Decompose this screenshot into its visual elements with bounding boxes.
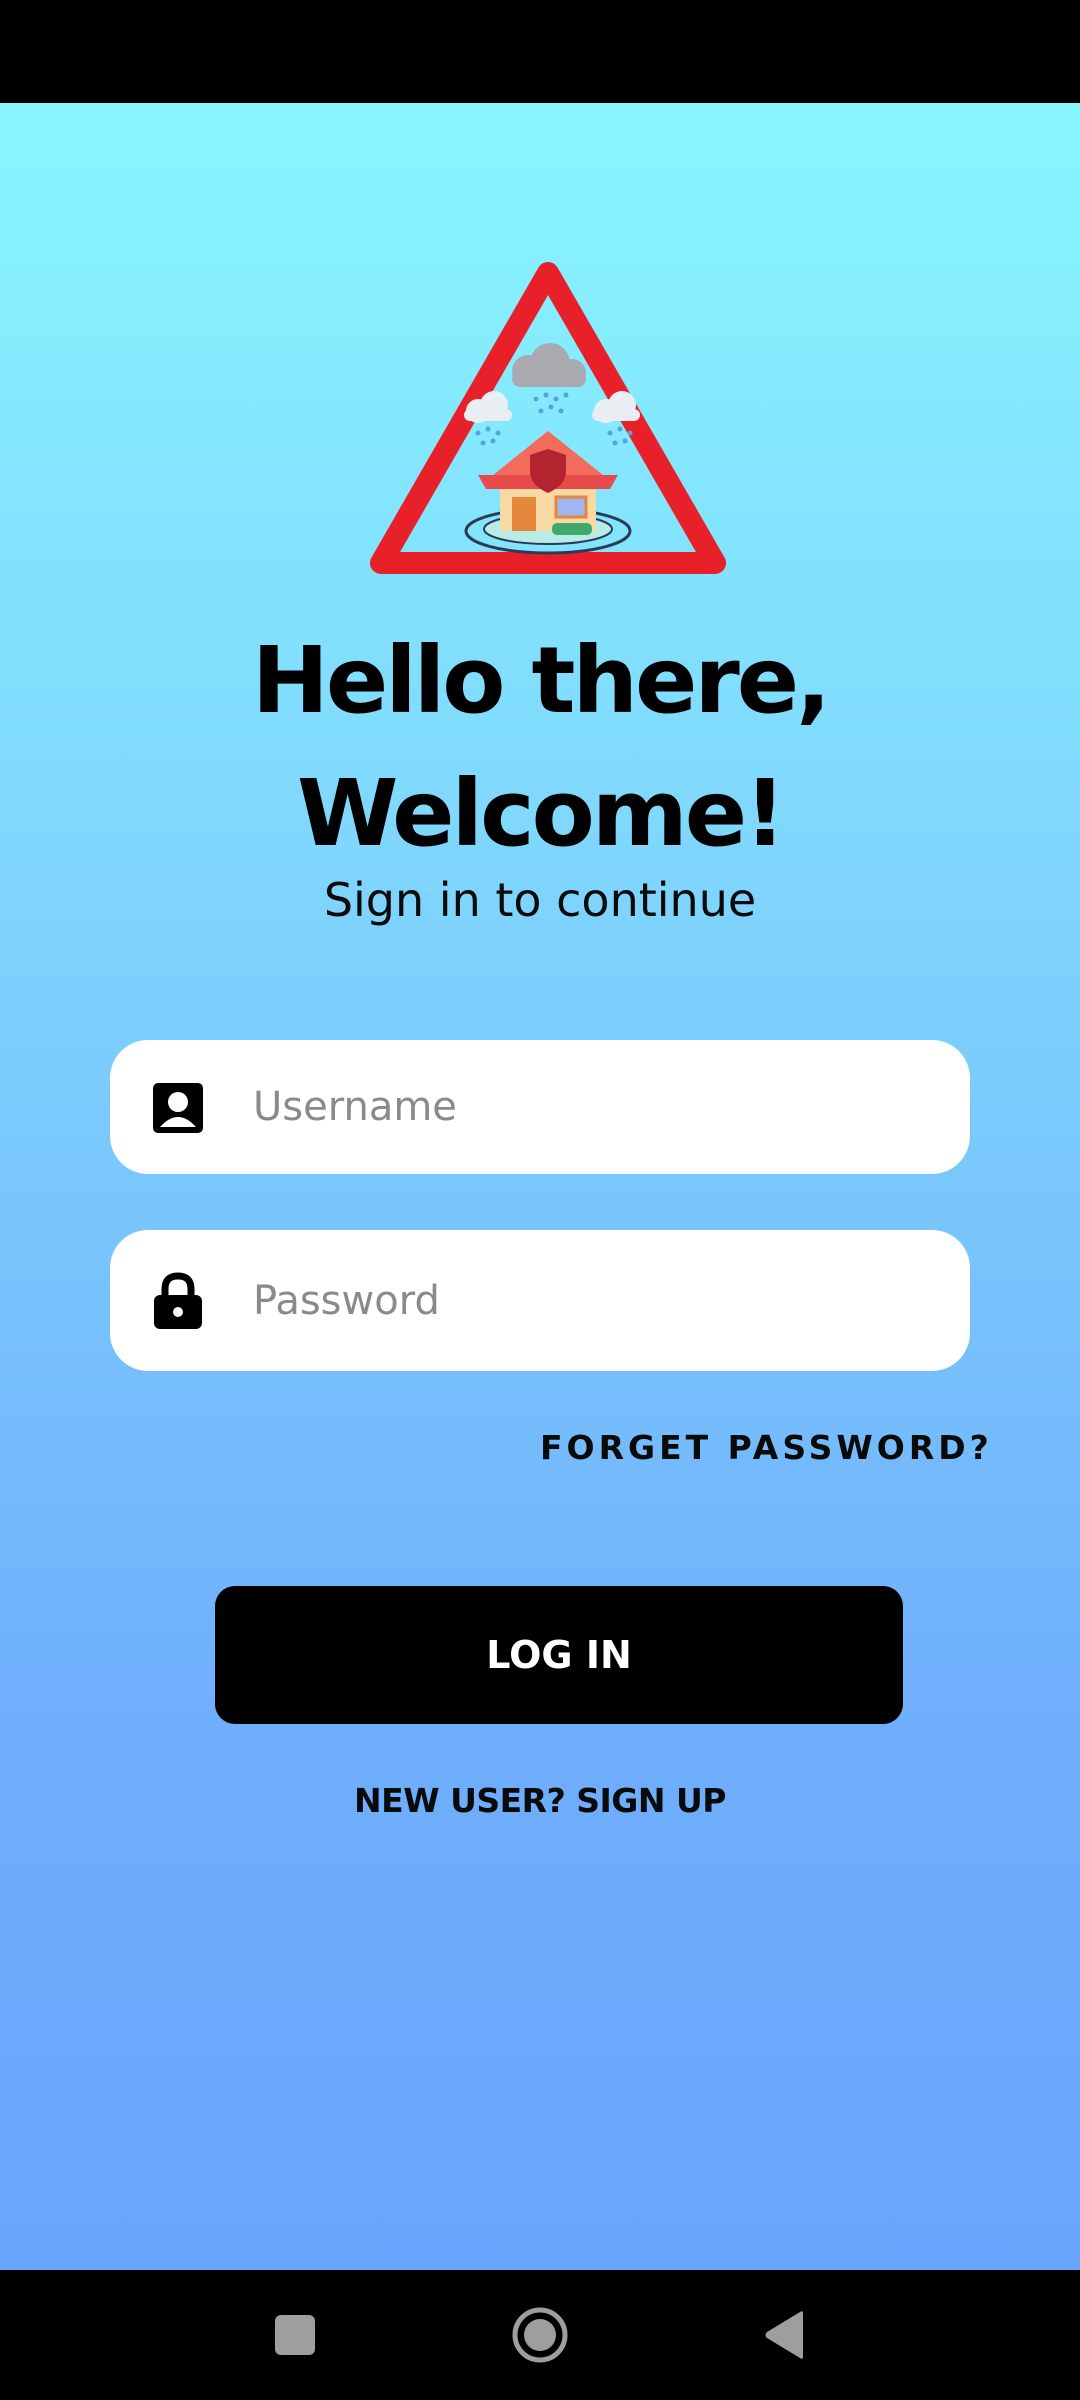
navigation-bar bbox=[0, 2270, 1080, 2400]
greeting-heading: Hello there, bbox=[251, 627, 831, 734]
forgot-password-link[interactable]: FORGET PASSWORD? bbox=[540, 1428, 993, 1467]
signup-link[interactable]: NEW USER? SIGN UP bbox=[0, 1781, 1080, 1820]
back-button[interactable] bbox=[725, 2270, 845, 2400]
password-input[interactable] bbox=[253, 1230, 943, 1371]
username-input[interactable] bbox=[253, 1040, 943, 1174]
home-button[interactable] bbox=[480, 2270, 600, 2400]
circle-home-icon bbox=[512, 2307, 568, 2363]
login-button[interactable]: LOG IN bbox=[215, 1586, 903, 1724]
status-bar bbox=[0, 0, 1080, 103]
login-screen: Hello there, Welcome! Sign in to continu… bbox=[0, 103, 1080, 2270]
user-badge-icon bbox=[153, 1083, 203, 1133]
subtitle: Sign in to continue bbox=[323, 873, 757, 927]
password-field-container bbox=[110, 1230, 970, 1371]
username-field-container bbox=[110, 1040, 970, 1174]
square-recents-icon bbox=[275, 2315, 315, 2355]
triangle-back-icon bbox=[765, 2311, 803, 2359]
flood-warning-logo bbox=[370, 262, 726, 574]
lock-icon bbox=[154, 1271, 202, 1329]
recents-button[interactable] bbox=[235, 2270, 355, 2400]
login-button-label: LOG IN bbox=[486, 1633, 632, 1677]
welcome-heading: Welcome! bbox=[296, 760, 786, 867]
